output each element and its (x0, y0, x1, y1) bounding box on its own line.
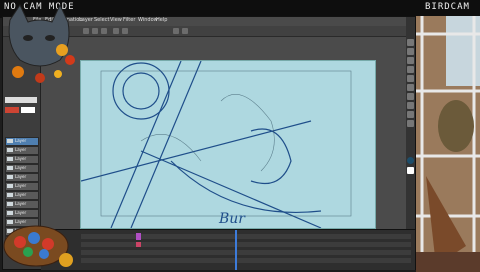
open-icon[interactable] (92, 28, 98, 34)
save-icon[interactable] (101, 28, 107, 34)
timeline-track[interactable] (81, 234, 411, 239)
color-wheel-icon[interactable] (407, 157, 414, 164)
menu-layer[interactable]: Layer (79, 17, 93, 23)
layer-row[interactable]: Layer (5, 182, 39, 191)
keyframe[interactable] (136, 233, 141, 240)
pencil-icon[interactable] (407, 39, 414, 46)
gradient-icon[interactable] (407, 120, 414, 127)
undo-icon[interactable] (113, 28, 119, 34)
layer-row[interactable]: Layer (5, 173, 39, 182)
color-swatch-bar[interactable] (5, 97, 37, 103)
layer-thumbnail (7, 175, 13, 179)
layer-label: Layer (15, 192, 27, 197)
menu-window[interactable]: Window (138, 17, 158, 23)
layer-row[interactable]: Layer (5, 164, 39, 173)
layer-label: Layer (15, 183, 27, 188)
sketch-line (110, 60, 182, 229)
layer-label: Layer (15, 201, 27, 206)
layer-thumbnail (7, 157, 13, 161)
timeline-track[interactable] (81, 242, 411, 247)
foreground-color[interactable] (407, 167, 414, 174)
new-icon[interactable] (83, 28, 89, 34)
fill-icon[interactable] (407, 66, 414, 73)
color-swatch[interactable] (5, 107, 19, 113)
drawing-canvas[interactable]: Bur (80, 60, 376, 229)
timeline-track[interactable] (81, 258, 411, 263)
bird-shape (438, 100, 474, 152)
layer-thumbnail (7, 202, 13, 206)
sketch-line (80, 120, 312, 182)
sketch-line (130, 60, 202, 229)
move-icon[interactable] (407, 84, 414, 91)
birdcam-label: BIRDCAM (425, 2, 470, 12)
color-swatch-white[interactable] (21, 107, 35, 113)
layer-row[interactable]: Layer (5, 191, 39, 200)
zoom-icon[interactable] (173, 28, 179, 34)
brush-icon[interactable] (407, 48, 414, 55)
tool-strip (406, 17, 415, 247)
menu-select[interactable]: Select (94, 17, 109, 23)
shape-icon[interactable] (407, 102, 414, 109)
menu-filter[interactable]: Filter (123, 17, 135, 23)
select-icon[interactable] (407, 75, 414, 82)
layer-label: Layer (15, 147, 27, 152)
timeline-panel (41, 229, 415, 270)
layer-row[interactable]: Layer (5, 146, 39, 155)
birdcam-feed (416, 16, 480, 272)
layer-label: Layer (15, 165, 27, 170)
eraser-icon[interactable] (407, 57, 414, 64)
layer-row[interactable]: Layer (5, 200, 39, 209)
nest-icon (3, 225, 73, 267)
birdcam-image (416, 16, 480, 272)
layer-row-selected[interactable]: Layer (5, 137, 39, 146)
layer-thumbnail (7, 193, 13, 197)
layer-thumbnail (7, 148, 13, 152)
redo-icon[interactable] (122, 28, 128, 34)
layer-label: Layer (15, 138, 27, 143)
layer-thumbnail (7, 166, 13, 170)
timeline-track[interactable] (81, 250, 411, 255)
text-icon[interactable] (407, 93, 414, 100)
layer-thumbnail (7, 139, 13, 143)
canvas-area: Bur (41, 37, 406, 229)
cat-icon (8, 3, 75, 83)
keyframe[interactable] (136, 242, 141, 247)
layer-label: Layer (15, 210, 27, 215)
sketch-circle-inner (122, 72, 160, 110)
sketch-drawing: Bur (80, 60, 352, 229)
sketch-curve (170, 160, 322, 214)
playhead[interactable] (235, 230, 237, 270)
layer-row[interactable]: Layer (5, 209, 39, 218)
hand-icon[interactable] (182, 28, 188, 34)
eyedropper-icon[interactable] (407, 111, 414, 118)
layer-label: Layer (15, 156, 27, 161)
layer-thumbnail (7, 211, 13, 215)
layer-thumbnail (7, 184, 13, 188)
menu-view[interactable]: View (110, 17, 122, 23)
layer-row[interactable]: Layer (5, 155, 39, 164)
layer-label: Layer (15, 174, 27, 179)
canvas-sketch-text: Bur (218, 211, 246, 227)
menu-help[interactable]: Help (156, 17, 167, 23)
